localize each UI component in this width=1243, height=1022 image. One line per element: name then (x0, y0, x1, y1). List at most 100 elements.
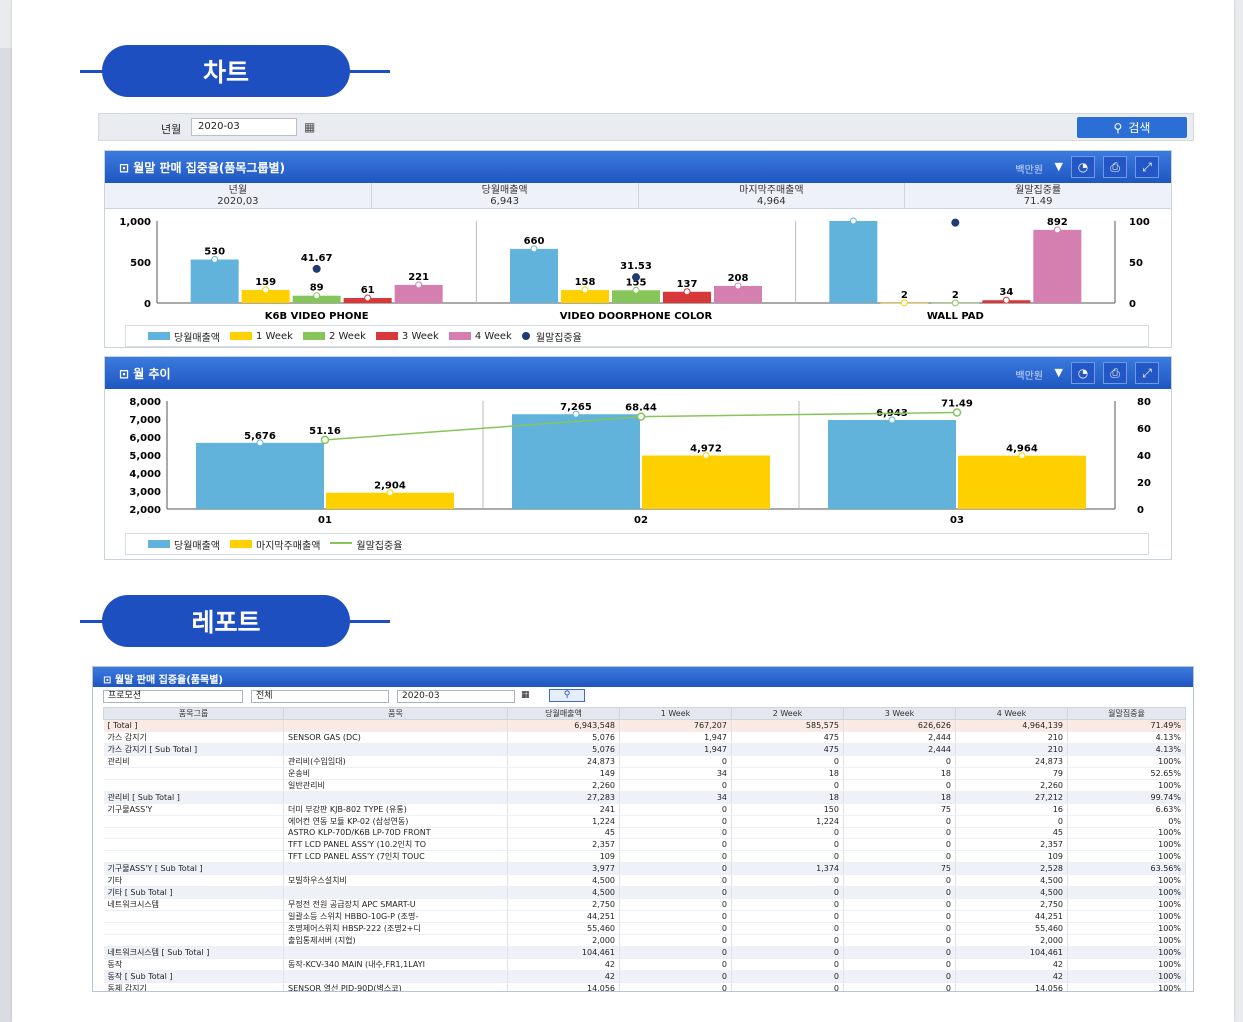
filter-bar: 년월 2020-03 ▦ ⚲ 검색 (98, 113, 1194, 141)
table-row[interactable]: 동작 [ Sub Total ] 42 0 0 0 42 100% (103, 970, 1186, 983)
table-cell: 100% (1067, 934, 1186, 947)
table-row[interactable]: ASTRO KLP-70D/K6B LP-70D FRONT 45 0 0 0 45 100… (103, 827, 1186, 839)
legend-item[interactable]: 2 Week (302, 331, 366, 342)
table-cell: 42 (507, 970, 620, 983)
table-row[interactable]: 네트워크시스템 무정전 전원 공급장치 APC SMART-U 2,750 0 0 0 2,… (103, 898, 1186, 911)
table-row[interactable]: 관리비 관리비(수입임대) 24,873 0 0 0 24,873 100% (103, 755, 1186, 768)
table-row[interactable]: 일괄소등 스위치 HBBO-10G-P (조명- 44,251 0 0 0 44,251 1… (103, 910, 1186, 923)
table-row[interactable]: [ Total ] 6,943,548 767,207 585,575 626,626 4… (103, 719, 1186, 732)
unit-dropdown[interactable]: 백만원 (1015, 161, 1043, 176)
calendar-icon[interactable]: ▦ (521, 690, 530, 700)
calendar-icon[interactable]: ▦ (304, 120, 315, 134)
table-cell: 기타 [ Sub Total ] (103, 886, 284, 899)
table-cell: TFT LCD PANEL ASS'Y (7인치 TOUC (283, 850, 508, 863)
table-cell: 100% (1067, 827, 1186, 839)
legend-item[interactable]: 월말집중율 (521, 329, 582, 344)
table-cell: 0 (619, 850, 732, 863)
panel2-header: ⊡ 월 추이 백만원 ▼ ◔ ⎙ ⤢ (105, 357, 1171, 389)
legend-item[interactable]: 1 Week (230, 331, 293, 342)
legend-item[interactable]: 마지막주매출액 (230, 537, 320, 552)
legend-item[interactable]: 월말집중율 (330, 537, 402, 552)
table-row[interactable]: TFT LCD PANEL ASS'Y (10.2인치 TO 2,357 0 0 0 2,… (103, 838, 1186, 851)
table-cell: 0 (843, 874, 956, 887)
column-header[interactable]: 품목그룹 (103, 707, 284, 720)
y-tick-label: 0 (144, 299, 151, 310)
table-cell: 18 (731, 791, 844, 804)
table-row[interactable]: 관리비 [ Sub Total ] 27,283 34 18 18 27,212 99.74… (103, 791, 1186, 804)
table-row[interactable]: 기타 모빌하우스설치비 4,500 0 0 0 4,500 100% (103, 874, 1186, 887)
table-cell: 2,260 (507, 779, 620, 792)
unit-dropdown[interactable]: 백만원 (1015, 367, 1043, 382)
legend-item[interactable]: 당월매출액 (148, 329, 220, 344)
column-header[interactable]: 당월매출액 (507, 707, 620, 720)
column-header[interactable]: 1 Week (619, 707, 732, 720)
column-header[interactable]: 4 Week (955, 707, 1068, 720)
table-row[interactable]: 동작 동작-KCV-340 MAIN (내수,FR1,1LAYI 42 0 0 0 42 10… (103, 958, 1186, 971)
group-select[interactable]: 프로모션 (103, 690, 243, 703)
y2-tick-label: 0 (1137, 505, 1144, 516)
y-tick-label: 2,000 (129, 505, 161, 516)
item-select[interactable]: 전체 (251, 690, 389, 703)
y-tick-label: 7,000 (129, 415, 161, 426)
date-input[interactable]: 2020-03 (397, 690, 515, 703)
table-row[interactable]: 가스 감지기 [ Sub Total ] 5,076 1,947 475 2,444 21… (103, 743, 1186, 756)
table-cell: 18 (843, 767, 956, 780)
legend-item[interactable]: 4 Week (448, 331, 512, 342)
table-cell: 24,873 (507, 755, 620, 768)
table-cell (283, 743, 508, 756)
bar (642, 455, 770, 509)
column-header[interactable]: 월말집중율 (1067, 707, 1186, 720)
expand-icon[interactable]: ⤢ (1135, 362, 1159, 384)
table-cell: 5,076 (507, 731, 620, 744)
summary-cell: 년월 2020,03 (105, 183, 372, 208)
legend-item[interactable]: 당월매출액 (148, 537, 220, 552)
table-row[interactable]: 기구물ASS'Y 더미 부강판 KJB-802 TYPE (유통) 241 0 150 7… (103, 803, 1186, 816)
table-cell: 34 (619, 767, 732, 780)
table-row[interactable]: 운송비 149 34 18 18 79 52.65% (103, 767, 1186, 780)
table-cell: 4,500 (507, 886, 620, 899)
table-row[interactable]: 조명제어스위치 HBSP-222 (조명2+디 55,460 0 0 0 55,460 10… (103, 922, 1186, 935)
table-cell: 0 (619, 827, 732, 839)
expand-icon[interactable]: ⤢ (1135, 156, 1159, 178)
export-icon[interactable]: ⎙ (1103, 362, 1127, 384)
pie-chart-icon[interactable]: ◔ (1071, 362, 1095, 384)
table-cell: 18 (731, 767, 844, 780)
table-cell: 0 (619, 838, 732, 851)
table-cell: 0 (843, 850, 956, 863)
table-cell: ASTRO KLP-70D/K6B LP-70D FRONT (283, 827, 508, 839)
table-row[interactable]: TFT LCD PANEL ASS'Y (7인치 TOUC 109 0 0 0 109 10… (103, 850, 1186, 863)
column-header[interactable]: 2 Week (731, 707, 844, 720)
table-cell: 585,575 (731, 719, 844, 732)
column-header[interactable]: 3 Week (843, 707, 956, 720)
table-row[interactable]: 가스 감지기 SENSOR GAS (DC) 5,076 1,947 475 2,444 2… (103, 731, 1186, 744)
table-cell: 0 (731, 910, 844, 923)
year-month-input[interactable]: 2020-03 (191, 118, 297, 136)
table-row[interactable]: 출입통제서버 (지협) 2,000 0 0 0 2,000 100% (103, 934, 1186, 947)
table-cell: 0 (843, 970, 956, 983)
table-row[interactable]: 동체 감지기 SENSOR 열선 PID-90D(벽스코) 14,056 0 0 0 14,… (103, 982, 1186, 991)
pie-chart-icon[interactable]: ◔ (1071, 156, 1095, 178)
table-cell: 63.56% (1067, 862, 1186, 875)
column-header[interactable]: 품목 (283, 707, 508, 720)
table-cell: 4,500 (955, 874, 1068, 887)
table-cell (103, 850, 284, 863)
legend-item[interactable]: 3 Week (375, 331, 439, 342)
table-cell (103, 934, 284, 947)
category-label: K6B VIDEO PHONE (265, 311, 369, 322)
chevron-down-icon[interactable]: ▼ (1055, 366, 1063, 379)
chevron-down-icon[interactable]: ▼ (1055, 160, 1063, 173)
table-row[interactable]: 일반관리비 2,260 0 0 0 2,260 100% (103, 779, 1186, 792)
table-cell: 475 (731, 743, 844, 756)
table-cell: [ Total ] (103, 719, 284, 732)
export-icon[interactable]: ⎙ (1103, 156, 1127, 178)
table-cell: 2,357 (507, 838, 620, 851)
dot-marker (951, 218, 960, 227)
table-row[interactable]: 기타 [ Sub Total ] 4,500 0 0 0 4,500 100% (103, 886, 1186, 899)
data-label: 208 (728, 273, 749, 284)
table-row[interactable]: 에어컨 연동 모듈 KP-02 (삼성연동) 1,224 0 1,224 0 0 0% (103, 815, 1186, 828)
table-row[interactable]: 네트워크시스템 [ Sub Total ] 104,461 0 0 0 104,461 10… (103, 946, 1186, 959)
table-cell (283, 886, 508, 899)
search-icon[interactable]: ⚲ (549, 689, 585, 702)
table-row[interactable]: 기구물ASS'Y [ Sub Total ] 3,977 0 1,374 75 2,528… (103, 862, 1186, 875)
search-button[interactable]: ⚲ 검색 (1077, 117, 1187, 138)
